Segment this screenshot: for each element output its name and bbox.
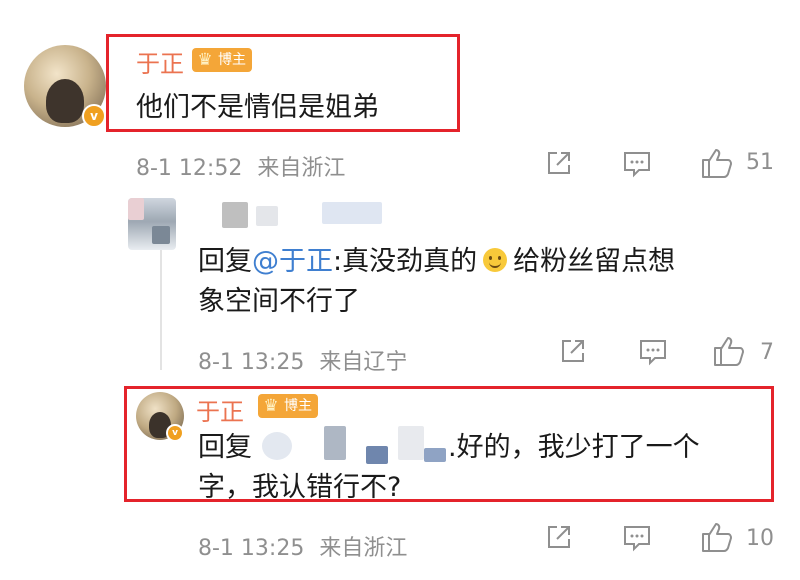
like-button[interactable] xyxy=(700,520,734,554)
share-icon xyxy=(548,526,570,548)
share-icon xyxy=(548,152,570,174)
comment-icon xyxy=(624,526,650,552)
share-button[interactable] xyxy=(544,148,574,178)
reply-text-part: 给粉丝留点想 xyxy=(513,246,676,277)
like-count: 51 xyxy=(746,150,774,175)
comment-meta: 8-1 12:52 来自浙江 xyxy=(136,150,345,182)
pixelated-block xyxy=(152,226,170,244)
comment-time: 8-1 12:52 xyxy=(136,156,243,181)
comment-icon xyxy=(640,340,666,366)
reply-text-line2: 象空间不行了 xyxy=(198,286,360,317)
comment-time: 8-1 13:25 xyxy=(198,350,305,375)
blurred-username xyxy=(322,202,382,224)
comment-icon xyxy=(624,152,650,178)
highlight-box xyxy=(124,386,774,502)
comment-location: 来自浙江 xyxy=(319,536,408,561)
reply-text-part: :真没劲真的 xyxy=(333,246,478,277)
like-button[interactable] xyxy=(700,146,734,180)
thread-line xyxy=(160,250,162,370)
reply-text: 回复@于正:真没劲真的 给粉丝留点想 象空间不行了 xyxy=(198,242,675,322)
comment-meta: 8-1 13:25 来自浙江 xyxy=(198,530,407,562)
like-icon xyxy=(702,149,732,178)
share-button[interactable] xyxy=(544,522,574,552)
avatar-figure xyxy=(46,79,84,123)
blurred-username xyxy=(222,202,248,228)
like-icon xyxy=(714,337,744,366)
comment-meta: 8-1 13:25 来自辽宁 xyxy=(198,344,407,376)
mention-link[interactable]: @于正 xyxy=(252,246,333,277)
comment-button[interactable] xyxy=(622,523,652,553)
reply-prefix: 回复 xyxy=(198,246,252,277)
share-button[interactable] xyxy=(558,336,588,366)
comment-button[interactable] xyxy=(622,149,652,179)
like-button[interactable] xyxy=(712,334,746,368)
comment-location: 来自辽宁 xyxy=(319,350,408,375)
comment-location: 来自浙江 xyxy=(257,156,346,181)
avatar[interactable] xyxy=(128,198,176,250)
verified-icon: v xyxy=(82,104,106,128)
pixelated-block xyxy=(128,198,144,220)
blurred-username xyxy=(256,206,278,226)
like-icon xyxy=(702,523,732,552)
comment-button[interactable] xyxy=(638,337,668,367)
share-icon xyxy=(562,340,584,362)
like-count: 7 xyxy=(760,340,774,365)
comment-time: 8-1 13:25 xyxy=(198,536,305,561)
like-count: 10 xyxy=(746,526,774,551)
highlight-box xyxy=(106,34,460,132)
smile-emoji-icon xyxy=(483,248,508,272)
